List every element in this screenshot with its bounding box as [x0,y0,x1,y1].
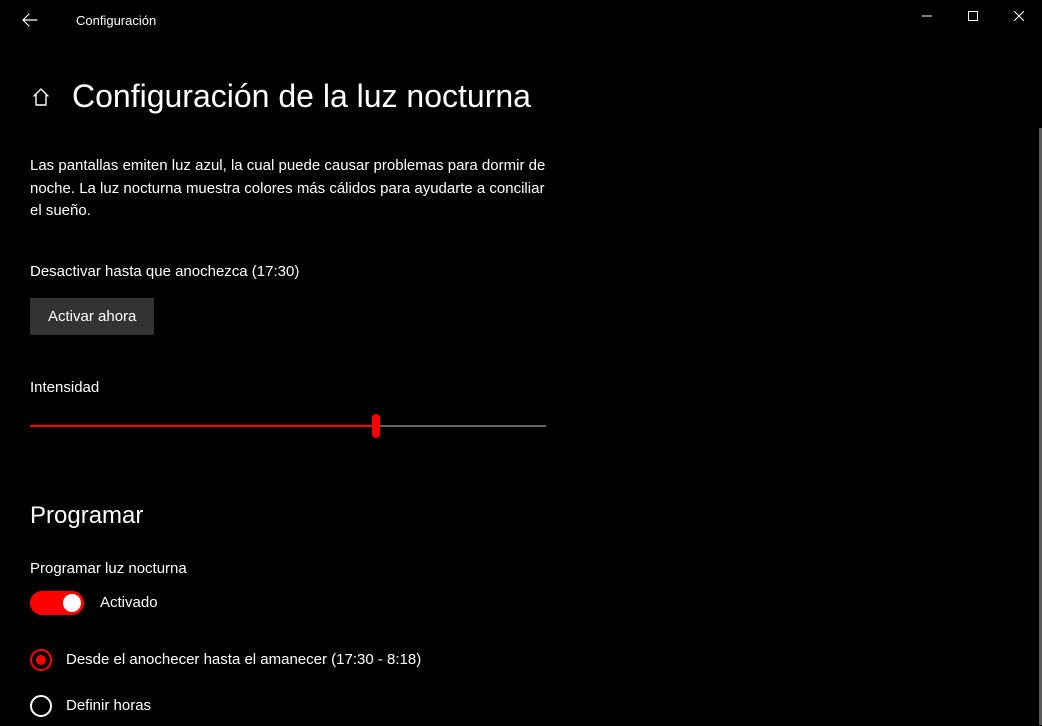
arrow-left-icon [22,12,38,28]
page-header: Configuración de la luz nocturna [30,78,570,115]
minimize-button[interactable] [904,0,950,32]
window-title: Configuración [76,13,156,28]
maximize-button[interactable] [950,0,996,32]
page-description: Las pantallas emiten luz azul, la cual p… [30,155,550,223]
intensity-slider[interactable] [30,414,546,438]
close-button[interactable] [996,0,1042,32]
radio-option-sunset-sunrise[interactable]: Desde el anochecer hasta el amanecer (17… [30,649,570,671]
maximize-icon [968,11,978,21]
slider-thumb[interactable] [372,414,380,438]
intensity-label: Intensidad [30,379,570,396]
back-button[interactable] [16,6,44,34]
content-area: Configuración de la luz nocturna Las pan… [0,40,600,726]
status-line: Desactivar hasta que anochezca (17:30) [30,263,570,280]
home-icon [31,87,51,107]
schedule-toggle-label: Programar luz nocturna [30,560,570,577]
toggle-state-text: Activado [100,594,158,611]
radio-option-set-hours[interactable]: Definir horas [30,695,570,717]
toggle-knob [63,594,81,612]
close-icon [1014,11,1024,21]
titlebar: Configuración [0,0,1042,40]
radio-button[interactable] [30,649,52,671]
radio-label: Desde el anochecer hasta el amanecer (17… [66,651,421,668]
home-button[interactable] [30,86,52,108]
schedule-heading: Programar [30,502,570,530]
radio-button[interactable] [30,695,52,717]
page-title: Configuración de la luz nocturna [72,78,531,115]
window-controls [904,0,1042,32]
radio-label: Definir horas [66,697,151,714]
minimize-icon [922,11,932,21]
schedule-toggle[interactable] [30,591,84,615]
activate-now-button[interactable]: Activar ahora [30,298,154,335]
slider-fill [30,425,376,427]
schedule-toggle-row: Activado [30,591,570,615]
